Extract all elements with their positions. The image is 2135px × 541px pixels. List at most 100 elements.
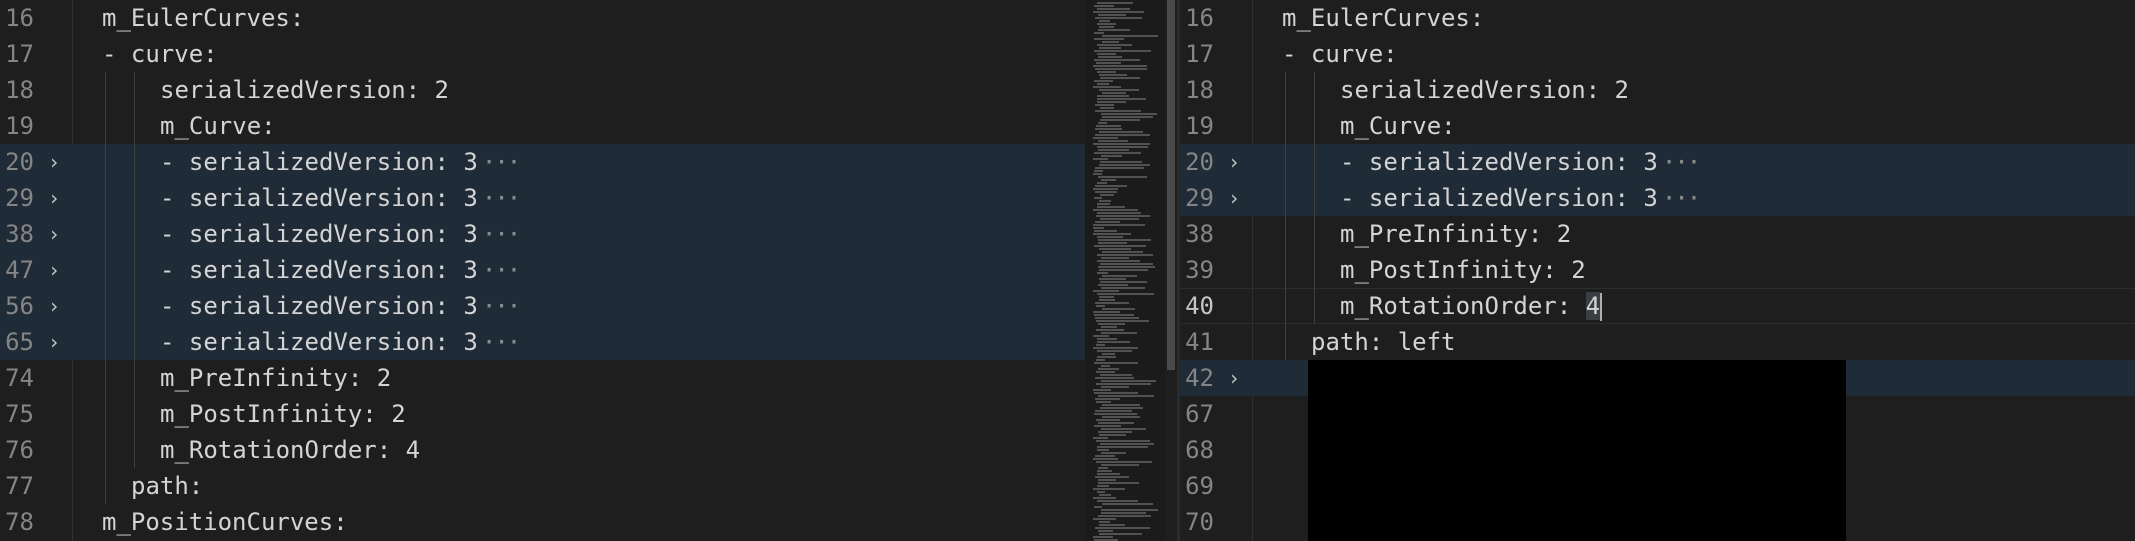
chevron-right-icon[interactable]: › — [44, 180, 64, 216]
minimap-line — [1102, 416, 1140, 418]
code-text[interactable]: - serializedVersion: 3 ··· — [160, 324, 521, 360]
code-line[interactable]: 29 › - serializedVersion: 3 ··· — [0, 180, 1085, 216]
code-line[interactable]: 20 › - serializedVersion: 3 ··· — [1180, 144, 2135, 180]
code-line[interactable]: 40 m_RotationOrder: 4 — [1180, 288, 2135, 324]
line-number: 29 — [5, 184, 34, 212]
chevron-right-icon[interactable]: › — [44, 324, 64, 360]
chevron-right-icon[interactable]: › — [44, 288, 64, 324]
code-line[interactable]: 77 path: — [0, 468, 1085, 504]
code-text[interactable]: m_RotationOrder: 4 — [1340, 289, 1603, 323]
minimap-line — [1094, 38, 1124, 40]
folded-ellipsis-icon[interactable]: ··· — [482, 328, 521, 356]
code-text[interactable]: serializedVersion: 2 — [160, 72, 449, 108]
code-line[interactable]: 38 m_PreInfinity: 2 — [1180, 216, 2135, 252]
code-line[interactable]: 16 m_EulerCurves: — [0, 0, 1085, 36]
chevron-right-icon[interactable]: › — [1224, 360, 1244, 396]
scrollbar-thumb[interactable] — [1167, 0, 1175, 370]
minimap-line — [1095, 317, 1139, 319]
code-text[interactable]: m_EulerCurves: — [1282, 0, 1484, 36]
code-line[interactable]: 19 m_Curve: — [1180, 108, 2135, 144]
code-text[interactable]: - serializedVersion: 3 ··· — [160, 288, 521, 324]
code-text[interactable]: - serializedVersion: 3 ··· — [160, 180, 521, 216]
code-text[interactable]: m_EulerCurves: — [102, 0, 304, 36]
folded-ellipsis-icon[interactable]: ··· — [1662, 148, 1701, 176]
code-line[interactable]: 74 m_PreInfinity: 2 — [0, 360, 1085, 396]
code-line[interactable]: 76 m_RotationOrder: 4 — [0, 432, 1085, 468]
chevron-right-icon[interactable]: › — [1224, 180, 1244, 216]
code-line[interactable]: 38 › - serializedVersion: 3 ··· — [0, 216, 1085, 252]
code-text[interactable]: path: — [131, 468, 203, 504]
code-text[interactable]: serializedVersion: 2 — [1340, 72, 1629, 108]
code-line[interactable]: 19 m_Curve: — [0, 108, 1085, 144]
folded-ellipsis-icon[interactable]: ··· — [482, 184, 521, 212]
minimap-line — [1096, 440, 1150, 442]
folded-ellipsis-icon[interactable]: ··· — [482, 148, 521, 176]
folded-ellipsis-icon[interactable]: ··· — [1662, 184, 1701, 212]
code-line[interactable]: 29 › - serializedVersion: 3 ··· — [1180, 180, 2135, 216]
code-text[interactable]: m_Curve: — [160, 108, 276, 144]
code-text[interactable]: m_Curve: — [1340, 108, 1456, 144]
code-text[interactable]: - serializedVersion: 3 ··· — [160, 144, 521, 180]
code-text[interactable]: - serializedVersion: 3 ··· — [160, 252, 521, 288]
code-line[interactable]: 75 m_PostInfinity: 2 — [0, 396, 1085, 432]
chevron-right-icon[interactable]: › — [44, 252, 64, 288]
minimap-line — [1101, 365, 1110, 367]
minimap-line — [1093, 458, 1118, 460]
code-line[interactable]: 65 › - serializedVersion: 3 ··· — [0, 324, 1085, 360]
minimap-line — [1100, 77, 1140, 79]
chevron-right-icon[interactable]: › — [1224, 144, 1244, 180]
code-line[interactable]: 56 › - serializedVersion: 3 ··· — [0, 288, 1085, 324]
line-number: 78 — [5, 508, 34, 536]
code-content: - serializedVersion: 3 — [160, 256, 478, 284]
chevron-right-icon[interactable]: › — [44, 144, 64, 180]
line-number: 18 — [1185, 76, 1214, 104]
minimap[interactable] — [1085, 0, 1165, 541]
code-line[interactable]: 18 serializedVersion: 2 — [0, 72, 1085, 108]
code-text[interactable]: path: left — [1311, 324, 1456, 360]
code-line[interactable]: 18 serializedVersion: 2 — [1180, 72, 2135, 108]
folded-ellipsis-icon[interactable]: ··· — [482, 220, 521, 248]
folded-ellipsis-icon[interactable]: ··· — [482, 256, 521, 284]
code-text[interactable]: m_PostInfinity: 2 — [1340, 252, 1586, 288]
code-content: - serializedVersion: 3 — [1340, 184, 1658, 212]
code-line[interactable]: 41 path: left — [1180, 324, 2135, 360]
code-text[interactable]: - serializedVersion: 3 ··· — [1340, 180, 1701, 216]
minimap-line — [1098, 467, 1108, 469]
minimap-line — [1102, 275, 1137, 277]
code-line[interactable]: 78 m_PositionCurves: — [0, 504, 1085, 540]
code-text[interactable]: m_PositionCurves: — [102, 504, 348, 540]
minimap-line — [1094, 362, 1138, 364]
vertical-scrollbar[interactable] — [1165, 0, 1177, 541]
minimap-line — [1101, 179, 1116, 181]
minimap-line — [1097, 350, 1132, 352]
code-line[interactable]: 20 › - serializedVersion: 3 ··· — [0, 144, 1085, 180]
indent-guide — [1285, 72, 1286, 360]
folded-ellipsis-icon[interactable]: ··· — [482, 292, 521, 320]
line-number: 19 — [1185, 112, 1214, 140]
line-number: 16 — [1185, 4, 1214, 32]
code-line[interactable]: 47 › - serializedVersion: 3 ··· — [0, 252, 1085, 288]
chevron-right-icon[interactable]: › — [44, 216, 64, 252]
code-text[interactable]: m_PostInfinity: 2 — [160, 396, 406, 432]
line-number: 67 — [1185, 400, 1214, 428]
code-line[interactable]: 17 - curve: — [1180, 36, 2135, 72]
line-number: 19 — [5, 112, 34, 140]
code-text[interactable]: - serializedVersion: 3 ··· — [1340, 144, 1701, 180]
minimap-line — [1094, 197, 1102, 199]
minimap-line — [1100, 218, 1139, 220]
code-text[interactable]: m_RotationOrder: 4 — [160, 432, 420, 468]
minimap-line — [1098, 482, 1139, 484]
minimap-line — [1097, 146, 1148, 148]
code-line[interactable]: 17 - curve: — [0, 36, 1085, 72]
code-text[interactable]: - curve: — [1282, 36, 1398, 72]
left-editor-pane[interactable]: 16 m_EulerCurves: 17 - curve: 18 serializedVe… — [0, 0, 1085, 541]
code-text[interactable]: m_PreInfinity: 2 — [160, 360, 391, 396]
code-text[interactable]: m_PreInfinity: 2 — [1340, 216, 1571, 252]
code-line[interactable]: 39 m_PostInfinity: 2 — [1180, 252, 2135, 288]
minimap-line — [1096, 344, 1105, 346]
code-text[interactable]: - curve: — [102, 36, 218, 72]
minimap-line — [1101, 380, 1156, 382]
code-text[interactable]: - serializedVersion: 3 ··· — [160, 216, 521, 252]
code-line[interactable]: 16 m_EulerCurves: — [1180, 0, 2135, 36]
minimap-line — [1095, 398, 1120, 400]
